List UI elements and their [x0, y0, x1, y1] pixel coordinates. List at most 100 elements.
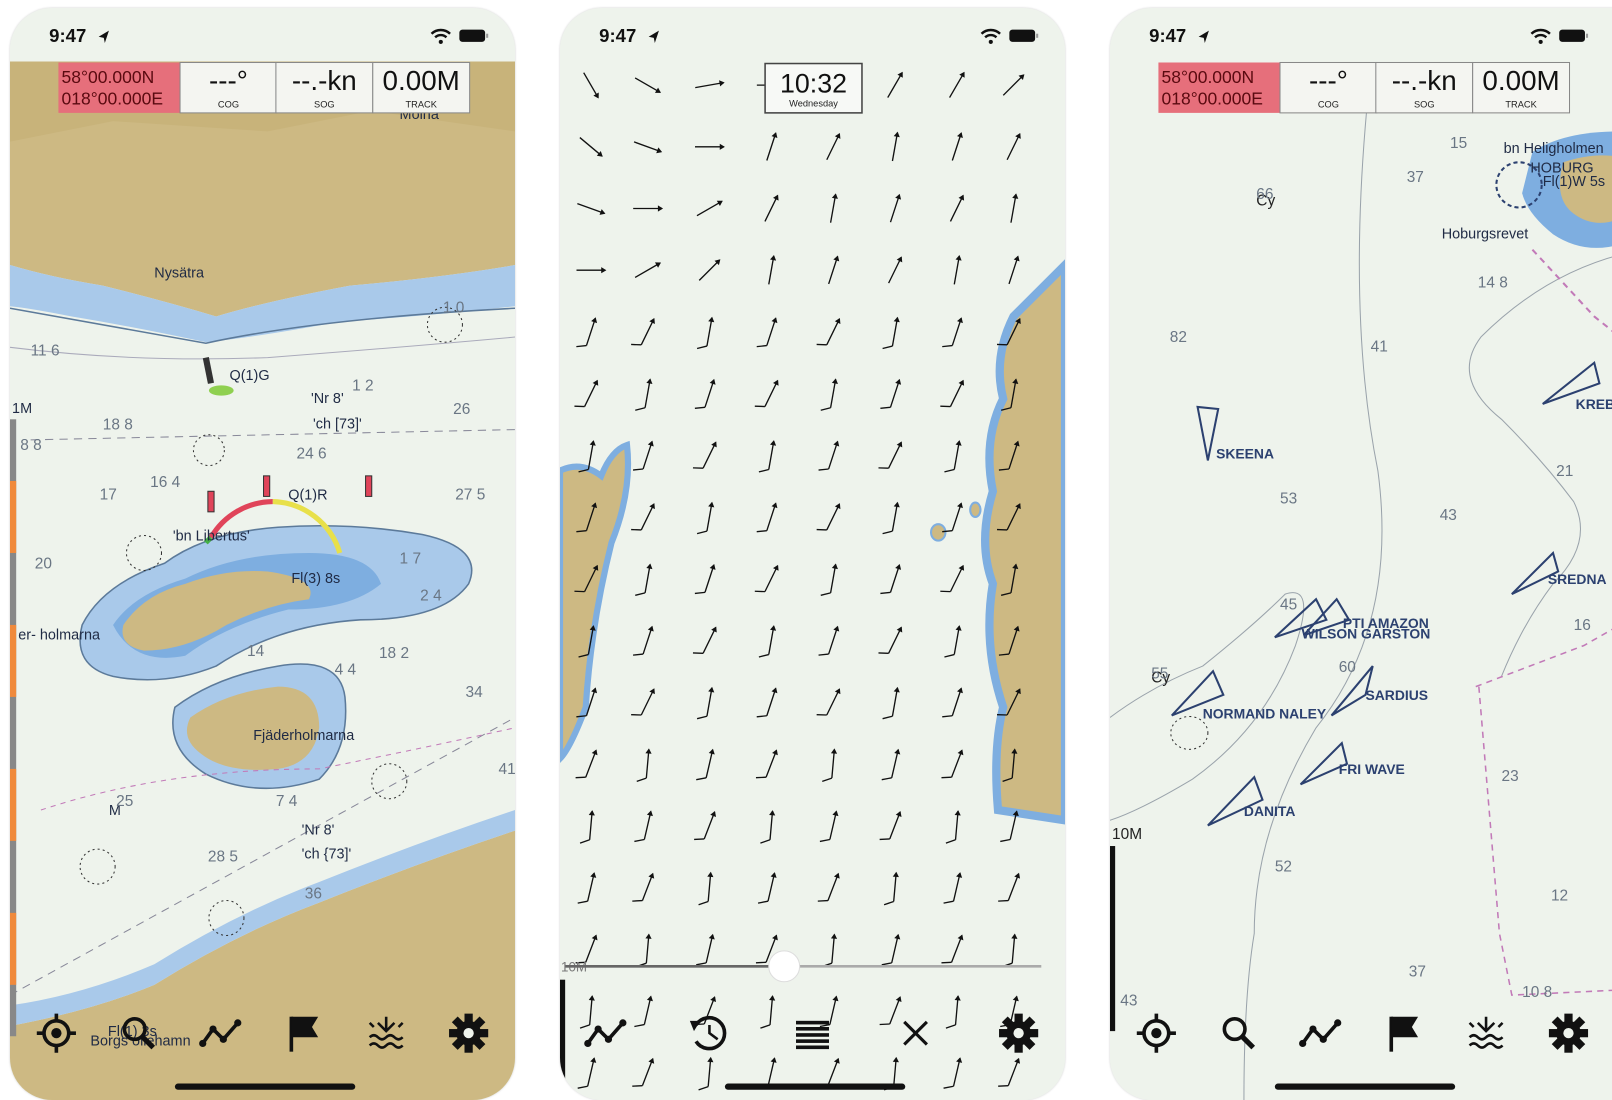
vessel-name[interactable]: SKEENA	[1216, 445, 1274, 461]
depth-sounding: 52	[1275, 859, 1292, 876]
depth-sounding: 16	[1574, 617, 1591, 634]
depth-sounding: 1 7	[400, 550, 421, 567]
battery-icon	[459, 29, 489, 42]
cog-cell[interactable]: ---° COG	[179, 61, 278, 114]
chart-screen-1: Nysätra Q(1)G 'Nr 8' 'ch [73]' 1M Q(1)R 'bn Li…	[10, 8, 515, 1100]
vessel-name[interactable]: SREDNA	[1548, 571, 1607, 587]
depth-sounding: 23	[1502, 768, 1519, 785]
latitude: 58°00.000N	[62, 67, 155, 87]
ais-chart-map[interactable]: SKEENAPTI AMAZONWILSON GARSTONSARDIUSNOR…	[1110, 8, 1612, 1100]
depth-sounding: 27 5	[455, 487, 485, 504]
track-value: 0.00M	[383, 65, 460, 96]
vessel-name[interactable]: WILSON GARSTON	[1302, 625, 1431, 641]
time-slider-knob[interactable]	[768, 950, 801, 983]
status-time: 9:47	[1149, 25, 1186, 46]
depth-sounding: 37	[1407, 169, 1424, 186]
track-cell[interactable]: 0.00M TRACK	[1472, 61, 1571, 114]
flag-icon[interactable]	[1381, 1011, 1426, 1056]
flag-icon[interactable]	[281, 1011, 326, 1056]
latitude: 58°00.000N	[1162, 67, 1255, 87]
locate-icon[interactable]	[1134, 1011, 1179, 1056]
depth-sounding: 17	[100, 487, 117, 504]
chart-label[interactable]: 10M	[1112, 826, 1142, 843]
depth-sounding: 25	[116, 793, 133, 810]
history-icon[interactable]	[687, 1011, 732, 1056]
nautical-chart-map[interactable]: Nysätra Q(1)G 'Nr 8' 'ch [73]' 1M Q(1)R 'bn Li…	[10, 8, 515, 1100]
depth-sounding: 45	[1280, 597, 1297, 614]
vessel-name[interactable]: DANITA	[1244, 803, 1295, 819]
vessel-name[interactable]: SARDIUS	[1366, 687, 1429, 703]
chart-label[interactable]: Nysätra	[154, 265, 205, 281]
search-icon[interactable]	[1216, 1011, 1261, 1056]
chart-label[interactable]: Fl(3) 8s	[291, 571, 340, 587]
chart-label[interactable]: 'Nr 8'	[311, 391, 344, 407]
tide-icon[interactable]	[1463, 1011, 1508, 1056]
cog-cell[interactable]: ---° COG	[1279, 61, 1378, 114]
locate-icon[interactable]	[34, 1011, 79, 1056]
settings-icon[interactable]	[1546, 1011, 1591, 1056]
depth-sounding: 34	[466, 684, 484, 701]
track-icon[interactable]	[199, 1011, 244, 1056]
chart-label[interactable]: 'ch {73]'	[302, 846, 352, 862]
chart-label[interactable]: bn Heligholmen	[1504, 141, 1604, 157]
list-icon[interactable]	[790, 1011, 835, 1056]
depth-sounding: 21	[1556, 463, 1573, 480]
navigation-info-bar[interactable]: 58°00.000N018°00.000E ---° COG --.-kn SOG 0.0…	[58, 61, 471, 114]
battery-icon	[1559, 29, 1589, 42]
home-indicator[interactable]	[174, 1083, 356, 1090]
track-value: 0.00M	[1482, 65, 1559, 96]
chart-label[interactable]: er- holmarna	[18, 627, 101, 643]
depth-sounding: 11 6	[31, 343, 60, 360]
chart-label[interactable]: Hoburgsrevet	[1442, 226, 1528, 242]
forecast-day: Wednesday	[789, 99, 838, 109]
track-icon[interactable]	[1299, 1011, 1344, 1056]
forecast-time: 10:32	[780, 68, 847, 98]
settings-icon[interactable]	[446, 1011, 491, 1056]
vessel-name[interactable]: FRI WAVE	[1339, 761, 1405, 777]
forecast-time-box[interactable]: 10:32 Wednesday	[764, 62, 863, 114]
chart-label[interactable]: 'ch [73]'	[313, 417, 362, 433]
sog-cell[interactable]: --.-kn SOG	[275, 61, 374, 114]
wind-screen: 10:32 Wednesday 10M 9:47	[560, 8, 1065, 1100]
depth-sounding: 43	[1120, 992, 1137, 1009]
track-icon[interactable]	[584, 1011, 629, 1056]
sog-label: SOG	[1414, 100, 1435, 110]
depth-sounding: 43	[1440, 507, 1457, 524]
wind-map[interactable]: 10:32 Wednesday 10M 9:47	[560, 8, 1065, 1100]
chart-label[interactable]: 'Nr 8'	[302, 823, 335, 839]
depth-sounding: 28 5	[208, 848, 238, 865]
depth-sounding: 53	[1280, 491, 1297, 508]
depth-sounding: 1 0	[443, 299, 464, 316]
depth-sounding: 60	[1339, 659, 1356, 676]
vessel-name[interactable]: NORMAND NALEY	[1203, 706, 1327, 722]
close-icon[interactable]	[893, 1011, 938, 1056]
tide-icon[interactable]	[364, 1011, 409, 1056]
chart-label[interactable]: 'bn Libertus'	[173, 529, 250, 545]
chart-label[interactable]: Q(1)R	[288, 488, 327, 504]
navigation-info-bar[interactable]: 58°00.000N018°00.000E ---° COG --.-kn SOG 0.0…	[1158, 61, 1571, 114]
chart-label[interactable]: 1M	[12, 401, 32, 417]
home-indicator[interactable]	[1274, 1083, 1456, 1090]
vessel-name[interactable]: KREB	[1576, 396, 1612, 412]
chart-label[interactable]: Fjäderholmarna	[253, 728, 355, 744]
depth-sounding: 1 2	[352, 378, 373, 395]
islet	[929, 523, 947, 542]
depth-sounding: 14	[247, 643, 265, 660]
chart-label[interactable]: Q(1)G	[230, 368, 270, 384]
search-icon[interactable]	[116, 1011, 161, 1056]
depth-sounding: 66	[1256, 186, 1273, 203]
sog-value: --.-kn	[292, 65, 357, 96]
ais-chart-screen: SKEENA PTI AMAZON WILSON GARSTON SARDIUS NOR…	[1110, 8, 1612, 1100]
settings-icon[interactable]	[996, 1011, 1041, 1056]
track-label: TRACK	[406, 100, 438, 110]
home-indicator[interactable]	[724, 1083, 906, 1090]
depth-sounding: 41	[1371, 338, 1388, 355]
chart-label[interactable]: Fl(1)W 5s	[1543, 174, 1605, 190]
sog-value: --.-kn	[1392, 65, 1457, 96]
sog-cell[interactable]: --.-kn SOG	[1375, 61, 1474, 114]
scale-bar	[560, 979, 566, 1100]
longitude: 018°00.000E	[62, 89, 164, 109]
track-cell[interactable]: 0.00M TRACK	[372, 61, 471, 114]
depth-sounding: 37	[1409, 964, 1426, 981]
cog-value: ---°	[209, 65, 248, 96]
